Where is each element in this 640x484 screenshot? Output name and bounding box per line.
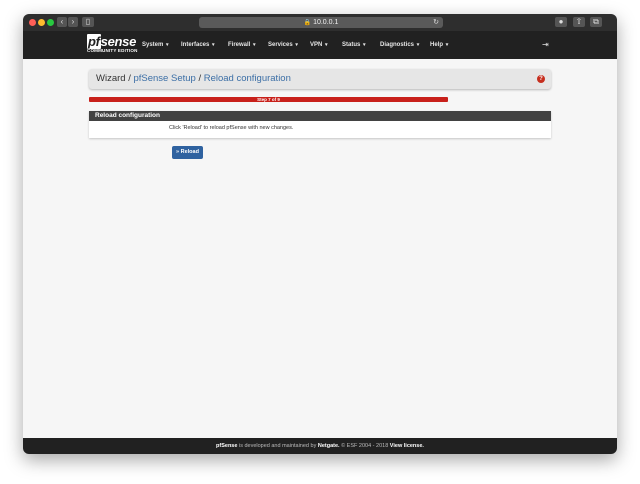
menu-label: System [142,42,164,48]
logout-icon[interactable]: ⇥ [542,40,549,49]
browser-window: ‹ › ▯ 🔒 10.0.0.1 ↻ ● ⇧ ⧉ pfsense COMMUNIT… [23,14,617,454]
caret-down-icon: ▾ [445,42,449,48]
panel-body-text: Click 'Reload' to reload pfSense with ne… [169,125,294,131]
menu-label: Interfaces [181,42,210,48]
progress-text: Step 7 of 9 [257,97,280,102]
menu-label: Diagnostics [380,42,415,48]
breadcrumb: Wizard / pfSense Setup / Reload configur… [89,69,551,89]
footer-brand: pfSense [216,443,238,449]
tabs-icon[interactable]: ⧉ [590,17,602,27]
menu-label: Firewall [228,42,251,48]
caret-down-icon: ▾ [416,42,420,48]
forward-icon[interactable]: › [68,17,78,27]
double-chevron-icon: » [176,149,180,155]
footer-text: is developed and maintained by [237,443,318,449]
download-icon[interactable]: ● [555,17,567,27]
top-navbar: pfsense COMMUNITY EDITION System ▾ Inter… [23,31,617,59]
minimize-window-icon[interactable] [38,19,45,26]
footer-netgate-link[interactable]: Netgate. [318,443,340,449]
breadcrumb-wizard: Wizard [96,73,126,84]
menu-label: Services [268,42,293,48]
logo-sense: sense [100,34,137,49]
back-icon[interactable]: ‹ [57,17,67,27]
share-icon[interactable]: ⇧ [573,17,585,27]
caret-down-icon: ▾ [253,42,256,48]
help-icon[interactable]: ? [537,75,545,83]
lock-icon: 🔒 [303,20,312,26]
menu-system[interactable]: System ▾ [142,31,169,59]
logo-pf: pf [87,34,101,49]
caret-down-icon: ▾ [363,42,366,48]
caret-down-icon: ▾ [295,42,298,48]
menu-services[interactable]: Services ▾ [268,31,298,59]
pfsense-logo[interactable]: pfsense COMMUNITY EDITION [87,34,138,54]
panel-heading: Reload configuration [89,111,551,121]
menu-label: Help [430,42,444,48]
breadcrumb-setup-link[interactable]: pfSense Setup [133,73,195,84]
menu-help[interactable]: Help ▾ [430,31,448,59]
maximize-window-icon[interactable] [47,19,54,26]
footer: pfSense is developed and maintained by N… [23,438,617,454]
panel-title: Reload configuration [95,112,160,119]
caret-down-icon: ▾ [166,42,169,48]
logo-edition: COMMUNITY EDITION [87,48,138,53]
menu-status[interactable]: Status ▾ [342,31,366,59]
caret-down-icon: ▾ [325,42,328,48]
caret-down-icon: ▾ [212,42,215,48]
breadcrumb-page-link[interactable]: Reload configuration [204,73,291,84]
footer-license-link[interactable]: View license. [390,443,424,449]
wizard-progress-bar: Step 7 of 9 [89,97,448,102]
menu-label: Status [342,42,361,48]
close-window-icon[interactable] [29,19,36,26]
footer-copyright: © ESF 2004 - 2018 [339,443,390,449]
sidebar-icon[interactable]: ▯ [82,17,94,27]
url-bar[interactable]: 🔒 10.0.0.1 ↻ [199,17,443,28]
reload-button-label: Reload [180,149,199,155]
browser-titlebar: ‹ › ▯ 🔒 10.0.0.1 ↻ ● ⇧ ⧉ [23,14,617,31]
menu-vpn[interactable]: VPN ▾ [310,31,328,59]
url-text: 10.0.0.1 [313,19,339,26]
reload-button[interactable]: » Reload [172,146,203,159]
menu-label: VPN [310,42,323,48]
reload-page-icon[interactable]: ↻ [433,17,439,28]
menu-interfaces[interactable]: Interfaces ▾ [181,31,215,59]
menu-firewall[interactable]: Firewall ▾ [228,31,256,59]
menu-diagnostics[interactable]: Diagnostics ▾ [380,31,419,59]
reload-panel: Reload configuration Click 'Reload' to r… [89,111,551,138]
